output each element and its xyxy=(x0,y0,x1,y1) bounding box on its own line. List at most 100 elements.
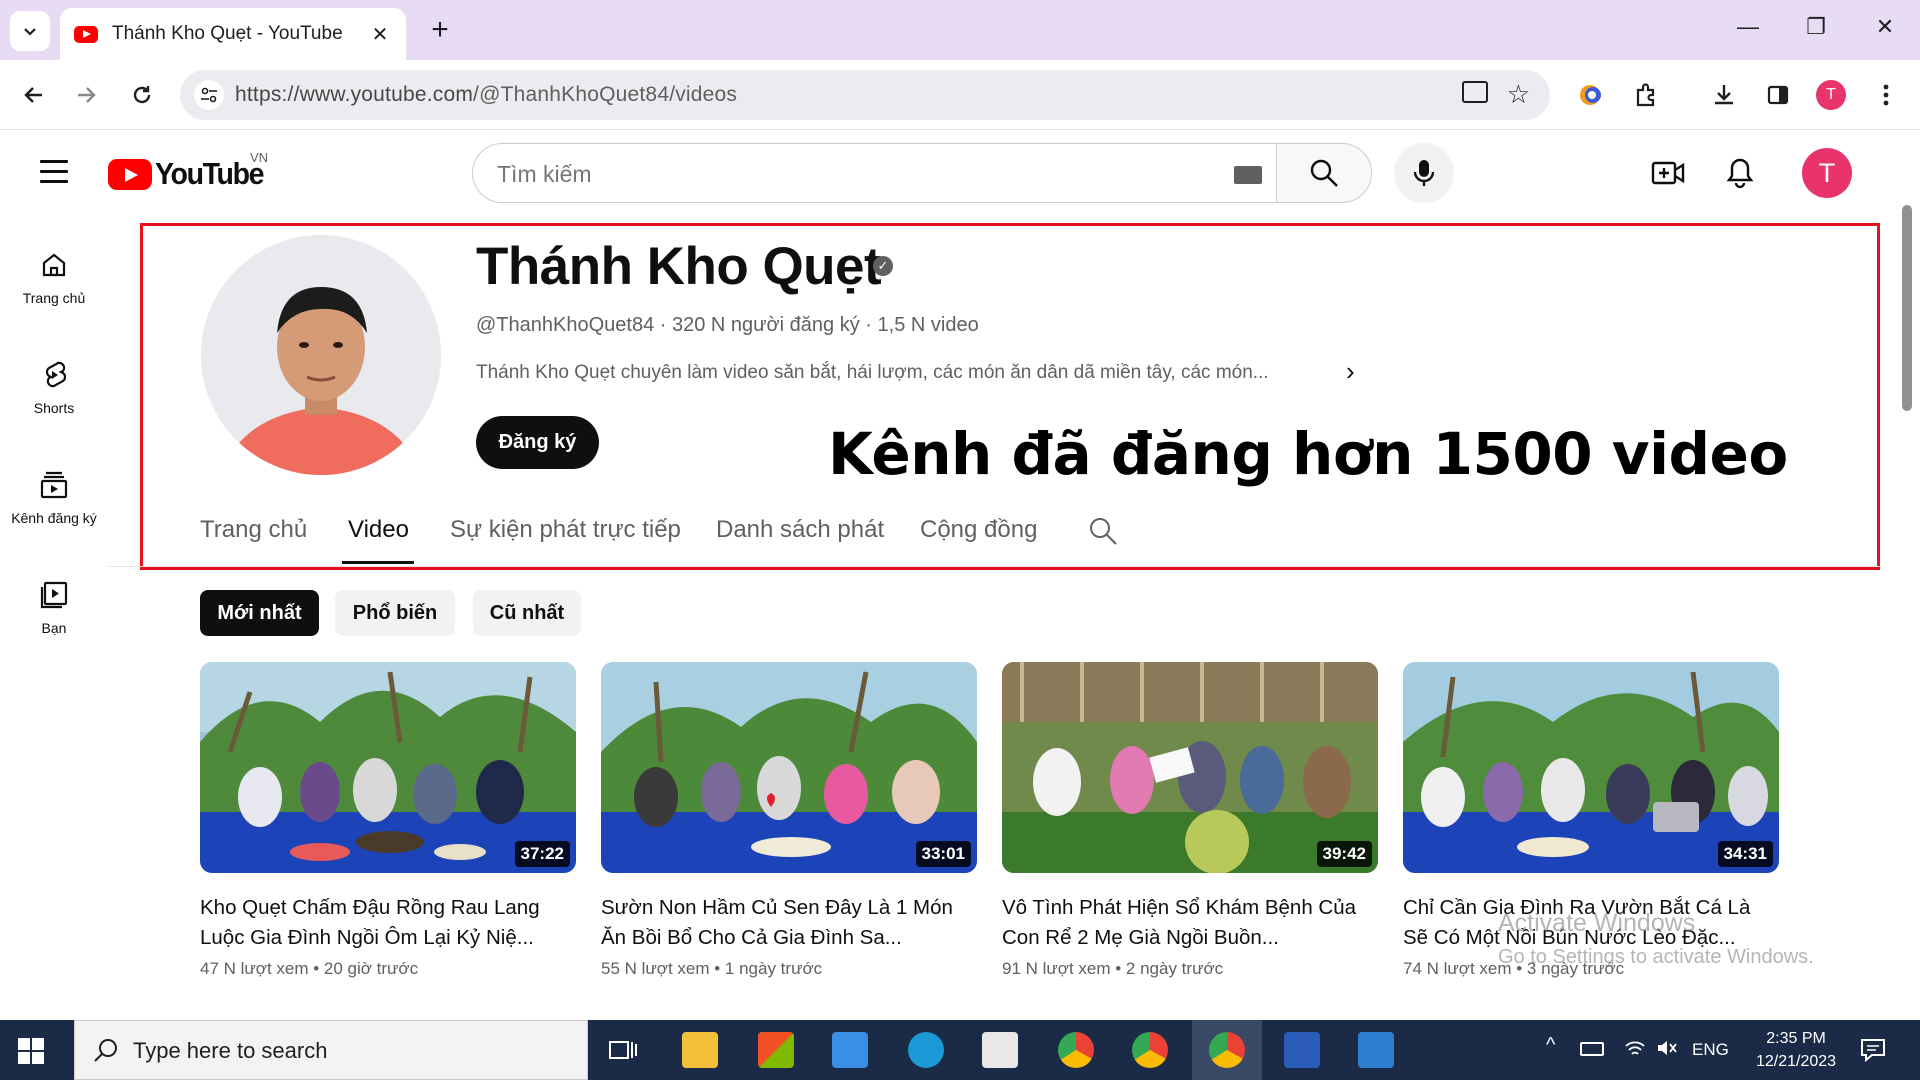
video-title[interactable]: Kho Quẹt Chấm Đậu Rồng Rau Lang Luộc Gia… xyxy=(200,893,576,953)
tab-search-button[interactable] xyxy=(10,11,50,51)
guide-item-label: Trang chủ xyxy=(22,290,86,306)
clock-date: 12/21/2023 xyxy=(1756,1053,1837,1070)
guide-item-home[interactable]: Trang chủ xyxy=(0,248,108,306)
mail-icon[interactable] xyxy=(832,1032,868,1068)
windows-start-icon[interactable] xyxy=(18,1038,44,1064)
meta-dot: • xyxy=(313,959,320,978)
youtube-logo[interactable]: YouTube xyxy=(108,156,273,192)
shorts-icon xyxy=(45,361,67,388)
video-thumbnail[interactable]: 37:22 xyxy=(200,662,576,873)
notifications-button[interactable] xyxy=(1720,153,1760,193)
guide-item-shorts[interactable]: Shorts xyxy=(0,358,108,416)
video-thumbnail[interactable]: 33:01 xyxy=(601,662,977,873)
video-card[interactable]: 33:01 Sườn Non Hầm Củ Sen Đây Là 1 Món Ă… xyxy=(601,662,977,979)
active-tab-indicator xyxy=(342,561,414,564)
windows-taskbar: Type here to search ^ ENG 2:35 PM 12/21/… xyxy=(0,1020,1920,1080)
forward-arrow-icon xyxy=(78,87,96,103)
keyboard-icon[interactable] xyxy=(1234,166,1262,184)
tab-close-icon[interactable]: ✕ xyxy=(368,22,392,47)
browser-profile-avatar[interactable]: T xyxy=(1816,80,1846,110)
minimize-button[interactable]: — xyxy=(1733,14,1763,40)
guide-item-you[interactable]: Bạn xyxy=(0,578,108,636)
view-count: 74 N lượt xem xyxy=(1403,959,1512,978)
video-title[interactable]: Sườn Non Hầm Củ Sen Đây Là 1 Món Ăn Bồi … xyxy=(601,893,977,953)
edge-icon[interactable] xyxy=(908,1032,944,1068)
microsoft-store-icon[interactable] xyxy=(758,1032,794,1068)
battery-icon[interactable] xyxy=(1580,1042,1604,1056)
new-tab-button[interactable]: + xyxy=(422,12,458,48)
search-icon xyxy=(94,1039,117,1062)
view-count: 47 N lượt xem xyxy=(200,959,309,978)
hamburger-menu-icon[interactable] xyxy=(40,160,68,190)
guide-item-subscriptions[interactable]: Kênh đăng ký xyxy=(0,468,108,526)
channel-search-icon[interactable] xyxy=(1088,516,1118,551)
reload-icon xyxy=(133,86,151,104)
create-video-button[interactable] xyxy=(1648,153,1688,193)
taskbar-search-input[interactable]: Type here to search xyxy=(74,1020,588,1080)
youtube-wordmark: YouTube xyxy=(155,156,264,191)
address-bar[interactable]: https://www.youtube.com/@ThanhKhoQuet84/… xyxy=(180,70,1550,120)
youtube-play-icon xyxy=(108,158,152,190)
video-title[interactable]: Vô Tình Phát Hiện Sổ Khám Bệnh Của Con R… xyxy=(1002,893,1378,953)
reload-button[interactable] xyxy=(124,77,160,113)
chrome-active-icon[interactable] xyxy=(1209,1032,1245,1068)
view-count: 91 N lượt xem xyxy=(1002,959,1111,978)
forward-button[interactable] xyxy=(68,77,104,113)
tray-chevron-up-icon[interactable]: ^ xyxy=(1546,1034,1555,1057)
chip-newest[interactable]: Mới nhất xyxy=(200,590,319,636)
video-duration: 33:01 xyxy=(915,841,971,867)
voice-search-button[interactable] xyxy=(1394,143,1454,203)
microphone-icon xyxy=(1413,160,1435,186)
video-meta: 55 N lượt xem • 1 ngày trước xyxy=(601,959,977,979)
bell-icon xyxy=(1726,158,1754,189)
close-window-button[interactable]: ✕ xyxy=(1870,14,1900,40)
site-info-icon[interactable] xyxy=(194,80,224,110)
tab-videos[interactable]: Video xyxy=(348,516,409,544)
restore-button[interactable]: ❐ xyxy=(1801,14,1831,40)
system-clock[interactable]: 2:35 PM 12/21/2023 xyxy=(1756,1027,1836,1073)
search-input[interactable]: Tìm kiếm xyxy=(472,143,1276,203)
downloads-icon[interactable] xyxy=(1706,77,1742,113)
back-arrow-icon xyxy=(24,87,42,103)
chrome-profile-icon[interactable] xyxy=(1058,1032,1094,1068)
chrome-icon[interactable] xyxy=(1132,1032,1168,1068)
you-icon xyxy=(40,581,68,609)
video-card[interactable]: 39:42 Vô Tình Phát Hiện Sổ Khám Bệnh Của… xyxy=(1002,662,1378,979)
search-button[interactable] xyxy=(1276,143,1372,203)
country-code: VN xyxy=(250,150,269,165)
notification-center-icon[interactable] xyxy=(1860,1038,1886,1067)
side-panel-icon[interactable] xyxy=(1760,77,1796,113)
back-button[interactable] xyxy=(16,77,52,113)
view-count: 55 N lượt xem xyxy=(601,959,710,978)
browser-tab-active[interactable]: Thánh Kho Quẹt - YouTube ✕ xyxy=(60,8,406,60)
browser-menu-icon[interactable] xyxy=(1868,77,1904,113)
url-host: https://www.youtube.com xyxy=(235,83,474,106)
install-app-icon[interactable] xyxy=(1462,81,1488,103)
page-scrollbar[interactable] xyxy=(1902,205,1912,411)
volume-icon[interactable] xyxy=(1656,1038,1678,1063)
video-thumbnail[interactable]: 34:31 xyxy=(1403,662,1779,873)
account-avatar[interactable]: T xyxy=(1802,148,1852,198)
meta-dot: • xyxy=(714,959,721,978)
guide-item-label: Kênh đăng ký xyxy=(11,510,97,526)
chip-popular[interactable]: Phổ biến xyxy=(335,590,455,636)
input-language[interactable]: ENG xyxy=(1692,1040,1729,1060)
create-video-icon xyxy=(1651,161,1685,185)
extension-logo-icon[interactable] xyxy=(1572,77,1608,113)
bookmark-star-icon[interactable]: ☆ xyxy=(1507,79,1530,110)
app-icon[interactable] xyxy=(982,1032,1018,1068)
file-explorer-icon[interactable] xyxy=(682,1032,718,1068)
guide-item-label: Bạn xyxy=(41,620,67,636)
tab-playlists[interactable]: Danh sách phát xyxy=(716,516,884,544)
task-view-icon[interactable] xyxy=(608,1036,638,1069)
word-icon[interactable] xyxy=(1284,1032,1320,1068)
tab-home[interactable]: Trang chủ xyxy=(200,516,307,544)
extensions-puzzle-icon[interactable] xyxy=(1628,77,1664,113)
video-card[interactable]: 37:22 Kho Quẹt Chấm Đậu Rồng Rau Lang Lu… xyxy=(200,662,576,979)
wifi-icon[interactable] xyxy=(1624,1038,1646,1063)
chip-oldest[interactable]: Cũ nhất xyxy=(473,590,581,636)
video-thumbnail[interactable]: 39:42 xyxy=(1002,662,1378,873)
tab-community[interactable]: Cộng đồng xyxy=(920,516,1037,544)
tab-live[interactable]: Sự kiện phát trực tiếp xyxy=(450,516,681,544)
photos-icon[interactable] xyxy=(1358,1032,1394,1068)
